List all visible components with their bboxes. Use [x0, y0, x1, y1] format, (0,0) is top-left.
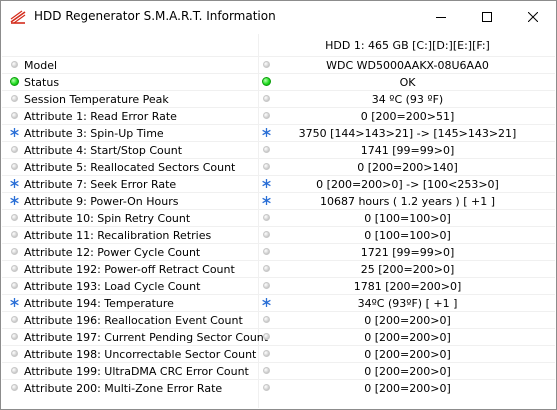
attribute-label: Attribute 193: Load Cycle Count [24, 279, 200, 294]
window-title: HDD Regenerator S.M.A.R.T. Information [34, 9, 276, 23]
attribute-value: 0 [100=100>0] [260, 228, 555, 243]
attribute-label: Attribute 196: Reallocation Event Count [24, 313, 243, 328]
gray-dot-icon [10, 264, 19, 273]
attribute-label: Attribute 200: Multi-Zone Error Rate [24, 381, 222, 396]
attribute-row[interactable]: Attribute 12: Power Cycle Count 1721 [99=… [2, 243, 555, 261]
attribute-value: 0 [200=200>0] [260, 364, 555, 379]
gray-dot-icon [10, 281, 19, 290]
attribute-row[interactable]: Attribute 1: Read Error Rate 0 [200=200>5… [2, 107, 555, 125]
attribute-value: 3750 [144>143>21] -> [145>143>21] [260, 126, 555, 141]
attribute-value: OK [260, 75, 555, 90]
attribute-label: Attribute 199: UltraDMA CRC Error Count [24, 364, 249, 379]
gray-dot-icon [10, 383, 19, 392]
disk-header: HDD 1: 465 GB [C:][D:][E:][F:] [260, 34, 555, 56]
attribute-row[interactable]: Attribute 194: Temperature 34ºC (93ºF) [ … [2, 294, 555, 312]
attribute-row[interactable]: Attribute 198: Uncorrectable Sector Coun… [2, 345, 555, 363]
attribute-row[interactable]: Status OK [2, 73, 555, 91]
attribute-label: Attribute 11: Recalibration Retries [24, 228, 211, 243]
gray-dot-icon [10, 94, 19, 103]
gray-dot-icon [10, 213, 19, 222]
attribute-label: Attribute 9: Power-On Hours [24, 194, 178, 209]
attribute-row[interactable]: Attribute 200: Multi-Zone Error Rate 0 [2… [2, 379, 555, 397]
blue-asterisk-icon [10, 298, 19, 307]
hdd-regenerator-app-icon [10, 10, 26, 24]
attribute-value: 0 [100=100>0] [260, 211, 555, 226]
close-icon [528, 12, 538, 22]
gray-dot-icon [10, 145, 19, 154]
attribute-label: Model [24, 58, 57, 73]
attribute-value: 0 [200=200>0] [260, 313, 555, 328]
gray-dot-icon [10, 332, 19, 341]
attribute-value: 10687 hours ( 1.2 years ) [ +1 ] [260, 194, 555, 209]
attribute-row[interactable]: Attribute 9: Power-On Hours 10687 hours (… [2, 192, 555, 210]
attribute-row[interactable]: Attribute 196: Reallocation Event Count 0… [2, 311, 555, 329]
smart-table: HDD 1: 465 GB [C:][D:][E:][F:] Model WDC … [2, 34, 555, 408]
attribute-row[interactable]: Attribute 3: Spin-Up Time 3750 [144>143>2… [2, 124, 555, 142]
attribute-value: 1721 [99=99>0] [260, 245, 555, 260]
attribute-label: Attribute 192: Power-off Retract Count [24, 262, 235, 277]
gray-dot-icon [10, 230, 19, 239]
attribute-row[interactable]: Session Temperature Peak 34 ºC (93 ºF) [2, 90, 555, 108]
attribute-label: Attribute 7: Seek Error Rate [24, 177, 176, 192]
attribute-value: 0 [200=200>51] [260, 109, 555, 124]
title-bar[interactable]: HDD Regenerator S.M.A.R.T. Information [1, 1, 556, 32]
attribute-label: Attribute 1: Read Error Rate [24, 109, 177, 124]
minimize-button[interactable] [418, 1, 464, 32]
attribute-label: Status [24, 75, 59, 90]
attribute-row[interactable]: Attribute 199: UltraDMA CRC Error Count 0… [2, 362, 555, 380]
attribute-row[interactable]: Attribute 192: Power-off Retract Count 25… [2, 260, 555, 278]
attribute-label: Attribute 3: Spin-Up Time [24, 126, 164, 141]
attribute-value: 0 [200=200>0] [260, 330, 555, 345]
attribute-value: 1741 [99=99>0] [260, 143, 555, 158]
attribute-value: 25 [200=200>0] [260, 262, 555, 277]
gray-dot-icon [10, 162, 19, 171]
attribute-label: Attribute 194: Temperature [24, 296, 174, 311]
attribute-row[interactable]: Attribute 197: Current Pending Sector Co… [2, 328, 555, 346]
blue-asterisk-icon [10, 128, 19, 137]
attribute-row[interactable]: Attribute 193: Load Cycle Count 1781 [200… [2, 277, 555, 295]
attribute-label: Attribute 12: Power Cycle Count [24, 245, 200, 260]
attribute-row[interactable]: Attribute 5: Reallocated Sectors Count 0 … [2, 158, 555, 176]
maximize-button[interactable] [464, 1, 510, 32]
attribute-row[interactable]: Attribute 7: Seek Error Rate 0 [200=200>0… [2, 175, 555, 193]
blue-asterisk-icon [10, 196, 19, 205]
attribute-label: Attribute 197: Current Pending Sector Co… [24, 330, 268, 345]
attribute-value: 34 ºC (93 ºF) [260, 92, 555, 107]
attribute-label: Attribute 10: Spin Retry Count [24, 211, 190, 226]
gray-dot-icon [10, 349, 19, 358]
gray-dot-icon [10, 366, 19, 375]
smart-info-window: HDD Regenerator S.M.A.R.T. Information H… [0, 0, 557, 410]
gray-dot-icon [10, 247, 19, 256]
attribute-label: Attribute 198: Uncorrectable Sector Coun… [24, 347, 256, 362]
gray-dot-icon [10, 111, 19, 120]
gray-dot-icon [10, 60, 19, 69]
green-status-icon [10, 77, 19, 86]
attribute-row[interactable]: Model WDC WD5000AAKX-08U6AA0 [2, 56, 555, 74]
gray-dot-icon [10, 315, 19, 324]
close-button[interactable] [510, 1, 556, 32]
attribute-label: Session Temperature Peak [24, 92, 169, 107]
minimize-icon [436, 12, 446, 22]
attribute-value: WDC WD5000AAKX-08U6AA0 [260, 58, 555, 73]
attribute-value: 34ºC (93ºF) [ +1 ] [260, 296, 555, 311]
attribute-row[interactable]: Attribute 10: Spin Retry Count 0 [100=100… [2, 209, 555, 227]
attribute-row[interactable]: Attribute 4: Start/Stop Count 1741 [99=99… [2, 141, 555, 159]
attribute-label: Attribute 4: Start/Stop Count [24, 143, 182, 158]
attribute-row[interactable]: Attribute 11: Recalibration Retries 0 [10… [2, 226, 555, 244]
attribute-value: 0 [200=200>0] [260, 381, 555, 396]
maximize-icon [482, 12, 492, 22]
attribute-value: 1781 [200=200>0] [260, 279, 555, 294]
attribute-value: 0 [200=200>0] -> [100<253>0] [260, 177, 555, 192]
attribute-value: 0 [200=200>0] [260, 347, 555, 362]
attribute-label: Attribute 5: Reallocated Sectors Count [24, 160, 235, 175]
attribute-value: 0 [200=200>140] [260, 160, 555, 175]
blue-asterisk-icon [10, 179, 19, 188]
